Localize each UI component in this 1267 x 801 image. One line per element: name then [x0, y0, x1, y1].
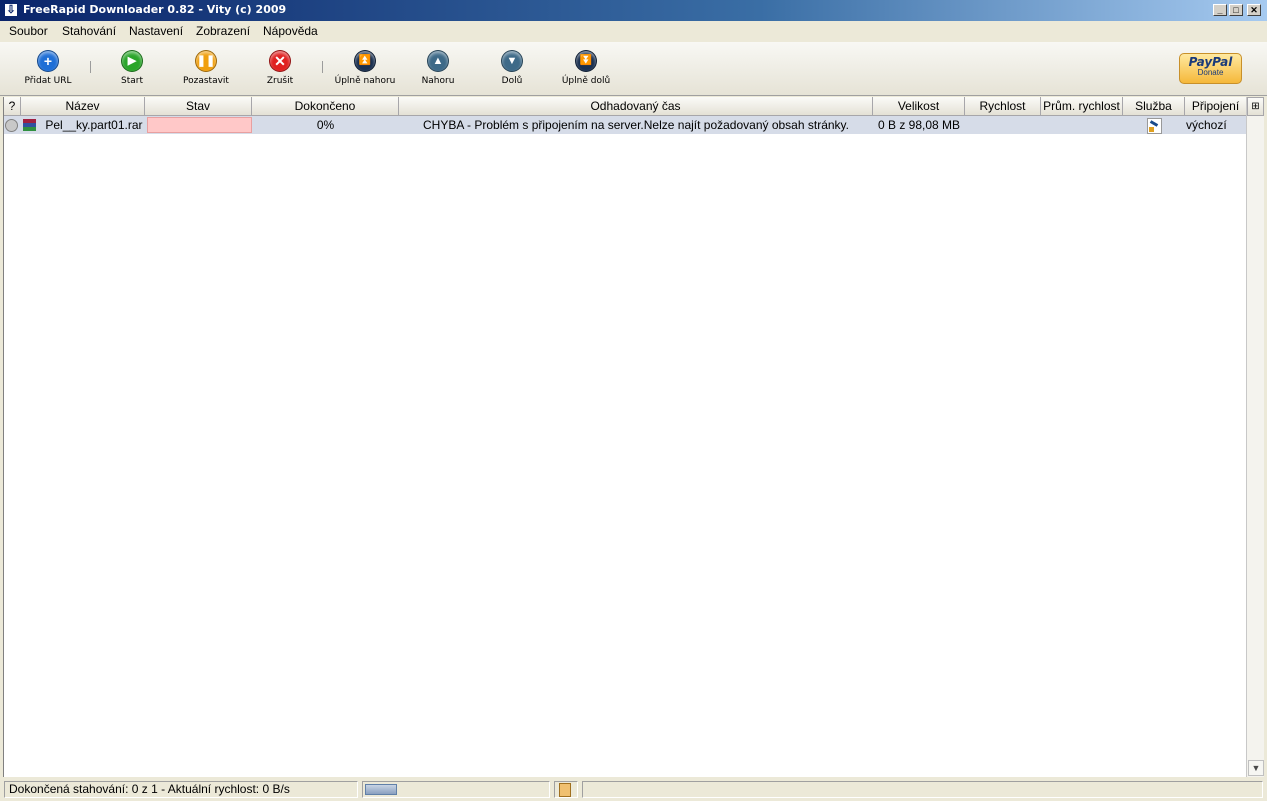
- toolbar-separator: [322, 61, 323, 73]
- speed-cell: [965, 116, 1041, 134]
- toolbar-separator: [90, 61, 91, 73]
- start-button[interactable]: ▶ Start: [92, 50, 172, 86]
- column-header-connection[interactable]: Připojení: [1185, 97, 1247, 116]
- cancel-button[interactable]: ✕ Zrušit: [240, 50, 320, 86]
- add-icon: +: [37, 50, 59, 72]
- menu-stahovani[interactable]: Stahování: [62, 24, 116, 38]
- status-cell: [147, 117, 252, 133]
- size-cell: 0 B z 98,08 MB: [877, 118, 961, 132]
- column-header-status[interactable]: Stav: [145, 97, 252, 116]
- move-down-icon: ▼: [501, 50, 523, 72]
- move-up-icon: ▲: [427, 50, 449, 72]
- pause-button[interactable]: ❚❚ Pozastavit: [166, 50, 246, 86]
- menu-bar: Soubor Stahování Nastavení Zobrazení Náp…: [0, 21, 1267, 42]
- title-bar: ⇩ FreeRapid Downloader 0.82 - Vity (c) 2…: [0, 0, 1267, 21]
- name-cell: Pel__ky.part01.rar: [22, 116, 145, 134]
- status-text: Dokončená stahování: 0 z 1 - Aktuální ry…: [4, 781, 358, 798]
- move-top-button[interactable]: ⏫ Úplně nahoru: [325, 50, 405, 86]
- menu-zobrazeni[interactable]: Zobrazení: [196, 24, 250, 38]
- avg-speed-cell: [1041, 116, 1123, 134]
- vertical-scrollbar[interactable]: ▼: [1246, 97, 1264, 777]
- download-table[interactable]: ? Název Stav Dokončeno Odhadovaný čas Ve…: [3, 97, 1247, 777]
- estimated-time-cell: CHYBA - Problém s připojením na server.N…: [423, 118, 849, 132]
- column-header-avg-speed[interactable]: Prům. rychlost: [1041, 97, 1123, 116]
- play-icon: ▶: [121, 50, 143, 72]
- move-bottom-icon: ⏬: [575, 50, 597, 72]
- column-header-help[interactable]: ?: [4, 97, 21, 116]
- service-cell: [1123, 116, 1185, 134]
- pause-icon: ❚❚: [195, 50, 217, 72]
- menu-soubor[interactable]: Soubor: [9, 24, 48, 38]
- state-icon: [5, 116, 21, 134]
- completed-cell: 0%: [316, 118, 335, 132]
- scroll-down-button[interactable]: ▼: [1248, 760, 1264, 776]
- table-row[interactable]: Pel__ky.part01.rar 0% CHYBA - Problém s …: [4, 116, 1247, 134]
- window-title: FreeRapid Downloader 0.82 - Vity (c) 200…: [23, 3, 287, 16]
- progress-fill: [365, 784, 397, 795]
- move-down-button[interactable]: ▼ Dolů: [472, 50, 552, 86]
- toolbar: + Přidat URL ▶ Start ❚❚ Pozastavit ✕ Zru…: [0, 42, 1267, 96]
- minimize-button[interactable]: _: [1213, 4, 1227, 16]
- progress-bar: [362, 781, 550, 798]
- move-up-button[interactable]: ▲ Nahoru: [398, 50, 478, 86]
- column-control-icon[interactable]: ⊞: [1247, 97, 1264, 116]
- close-button[interactable]: ✕: [1247, 4, 1261, 16]
- status-bar: Dokončená stahování: 0 z 1 - Aktuální ry…: [0, 779, 1267, 801]
- app-icon[interactable]: ⇩: [4, 3, 18, 17]
- add-url-button[interactable]: + Přidat URL: [8, 50, 88, 86]
- service-icon: [1146, 118, 1162, 134]
- column-header-service[interactable]: Služba: [1123, 97, 1185, 116]
- move-bottom-button[interactable]: ⏬ Úplně dolů: [546, 50, 626, 86]
- rar-file-icon: [23, 119, 36, 131]
- cancel-icon: ✕: [269, 50, 291, 72]
- column-header-estimated-time[interactable]: Odhadovaný čas: [399, 97, 873, 116]
- paypal-donate-button[interactable]: PayPal Donate: [1179, 53, 1242, 84]
- column-header-name[interactable]: Název: [21, 97, 145, 116]
- connection-cell: výchozí: [1186, 118, 1227, 132]
- column-header-completed[interactable]: Dokončeno: [252, 97, 399, 116]
- maximize-button[interactable]: □: [1229, 4, 1243, 16]
- menu-nastaveni[interactable]: Nastavení: [129, 24, 183, 38]
- status-extra-panel: [582, 781, 1263, 798]
- paypal-logo: PayPal: [1188, 55, 1233, 69]
- column-header-speed[interactable]: Rychlost: [965, 97, 1041, 116]
- menu-napoveda[interactable]: Nápověda: [263, 24, 318, 38]
- clipboard-icon[interactable]: [554, 781, 578, 798]
- column-header-size[interactable]: Velikost: [873, 97, 965, 116]
- move-top-icon: ⏫: [354, 50, 376, 72]
